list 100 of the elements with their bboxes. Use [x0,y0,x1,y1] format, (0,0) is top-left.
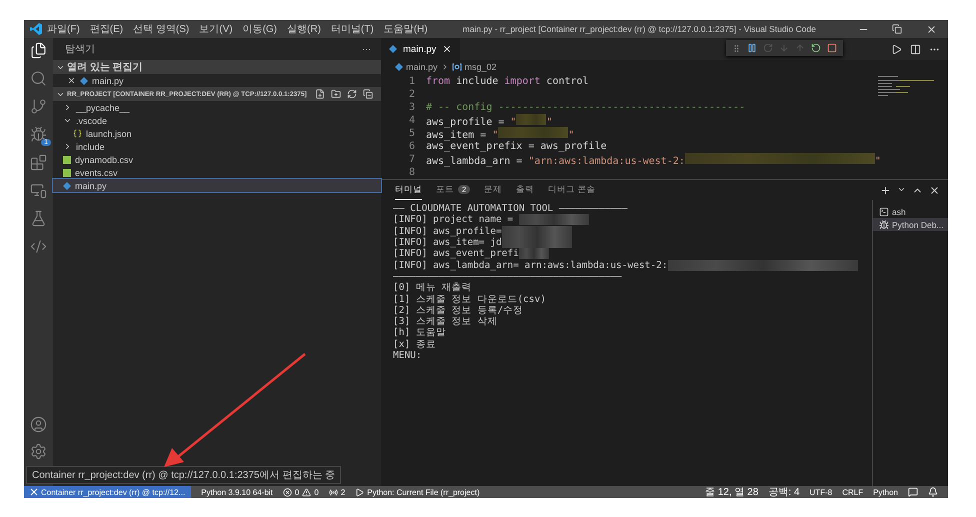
menu-item[interactable]: 보기(V) [194,22,238,36]
line-number: 5 [408,128,416,139]
bug-icon [879,220,889,230]
status-item[interactable]: UTF-8 [810,488,832,496]
close-icon[interactable] [67,76,76,85]
code-line: aws_lambda_arn = "arn:aws:lambda:us-west-2: " [426,152,881,166]
account-icon[interactable] [30,416,47,433]
code-icon[interactable] [30,238,47,255]
terminal-line: ———————————————————————————————————————— [393,270,623,282]
line-number: 8 [408,167,416,178]
python-file-icon [389,45,397,53]
section-header[interactable]: 열려 있는 편집기 [53,60,381,74]
refresh-icon[interactable] [347,89,357,99]
ports-status[interactable]: 2 [328,488,346,496]
chevron-right-icon [63,103,72,112]
stop-icon[interactable] [827,43,837,53]
python-file-icon [63,182,71,190]
menu-item[interactable]: 이동(G) [238,22,282,36]
file-tree-item[interactable]: launch.json [53,127,381,140]
line-number: 7 [408,154,416,165]
status-item[interactable]: CRLF [842,488,864,496]
menu-item[interactable]: 도움말(H) [378,22,433,36]
interpreter-status[interactable]: Python 3.9.10 64-bit [201,488,273,496]
panel-tab[interactable]: 출력 [516,180,534,200]
restore-icon[interactable] [892,24,902,34]
terminal-item[interactable]: ash [873,205,948,218]
terminal-line: [INFO] aws_item= jd [393,236,872,248]
terminal-line: [INFO] aws_profile= [393,226,872,237]
open-editor-item[interactable]: main.py [53,74,381,87]
panel-tab[interactable]: 문제 [484,180,502,200]
pause-icon[interactable] [747,43,757,53]
file-tree-item[interactable]: include [53,140,381,153]
code-line: aws_item = " " [426,126,574,140]
ports-icon [328,488,338,496]
editor-tab[interactable]: main.py [381,38,460,60]
file-tree-item[interactable]: events.csv [53,166,381,179]
close-icon[interactable] [929,184,940,196]
terminal-line: [INFO] aws_event_prefi [393,248,872,260]
code-line: from include import control [426,76,589,87]
braces-icon [73,129,82,138]
status-item[interactable]: 공백: 4 [768,485,800,499]
terminal-line: MENU: [393,350,423,362]
breadcrumb-item[interactable]: msg_02 [464,62,497,72]
tooltip: Container rr_project:dev (rr) @ tcp://127.0.0.1:2375에서 편집하는 중 [26,466,342,484]
chevron-right-icon [63,142,72,151]
line-number: 3 [408,102,416,113]
line-number: 4 [408,115,416,126]
flask-icon[interactable] [30,210,47,227]
search-icon[interactable] [30,70,47,87]
status-item[interactable]: Python [873,488,898,496]
close-icon[interactable] [442,44,452,54]
branch-icon[interactable] [30,98,47,115]
file-tree-item[interactable]: __pycache__ [53,101,381,114]
file-tree-item[interactable]: .vscode [53,114,381,127]
menu-item[interactable]: 실행(R) [282,22,326,36]
settings-icon[interactable] [30,443,47,460]
run-icon[interactable] [891,44,902,54]
terminal-line: [0] 메뉴 재출력 [393,282,473,294]
terminal-line: [INFO] project name = [393,214,872,226]
collapse-icon[interactable] [363,89,373,99]
code-line: # -- config ----------------------------------------- [426,102,746,113]
run-icon [355,488,364,496]
remote-indicator[interactable]: Container rr_project:dev (rr) @ tcp://12... [24,486,192,498]
file-tree-item[interactable]: dynamodb.csv [53,153,381,166]
window-title: main.py - rr_project [Container rr_project:dev (rr) @ tcp://127.0.0.1:2375] - Visual Studio Code [462,24,817,34]
menu-item[interactable]: 선택 영역(S) [128,22,194,36]
remote-icon [30,488,38,496]
monitor-icon[interactable] [30,182,47,199]
code-line: aws_profile = " " [426,114,552,128]
new-folder-icon[interactable] [331,89,341,99]
terminal-line: [x] 종료 [393,338,437,350]
close-icon[interactable] [926,24,936,34]
app-logo-icon [30,23,42,35]
python-file-icon [395,63,403,71]
more-actions[interactable]: ··· [362,44,371,54]
chevron-down-icon [63,116,72,125]
panel-tab[interactable]: 터미널 [395,180,422,200]
line-number: 6 [408,141,416,152]
new-file-icon[interactable] [315,89,325,99]
add-icon[interactable] [880,184,891,196]
blocks-icon[interactable] [30,154,47,171]
redacted-block [502,226,572,237]
files-icon[interactable] [30,42,47,59]
feedback-icon[interactable] [908,487,918,497]
breadcrumb-item[interactable]: main.py [406,62,438,72]
debug-status[interactable]: Python: Current File (rr_project) [355,488,480,496]
terminal-item[interactable]: Python Deb... [873,218,948,231]
panel-tab[interactable]: 디버그 콘솔 [548,180,596,200]
redacted-block [498,126,568,138]
menu-item[interactable]: 파일(F) [42,22,85,36]
redacted-block [518,214,589,226]
problems-status[interactable]: 0 0 [282,488,319,496]
menu-item[interactable]: 터미널(T) [326,22,379,36]
bell-icon[interactable] [928,487,938,497]
file-tree-item[interactable]: main.py [53,179,381,192]
menu-item[interactable]: 편집(E) [84,22,128,36]
minimap-drawing [878,76,934,96]
split-editor-icon[interactable] [910,44,921,54]
status-item[interactable]: 줄 12, 열 28 [705,485,758,499]
restart-icon[interactable] [811,43,821,53]
